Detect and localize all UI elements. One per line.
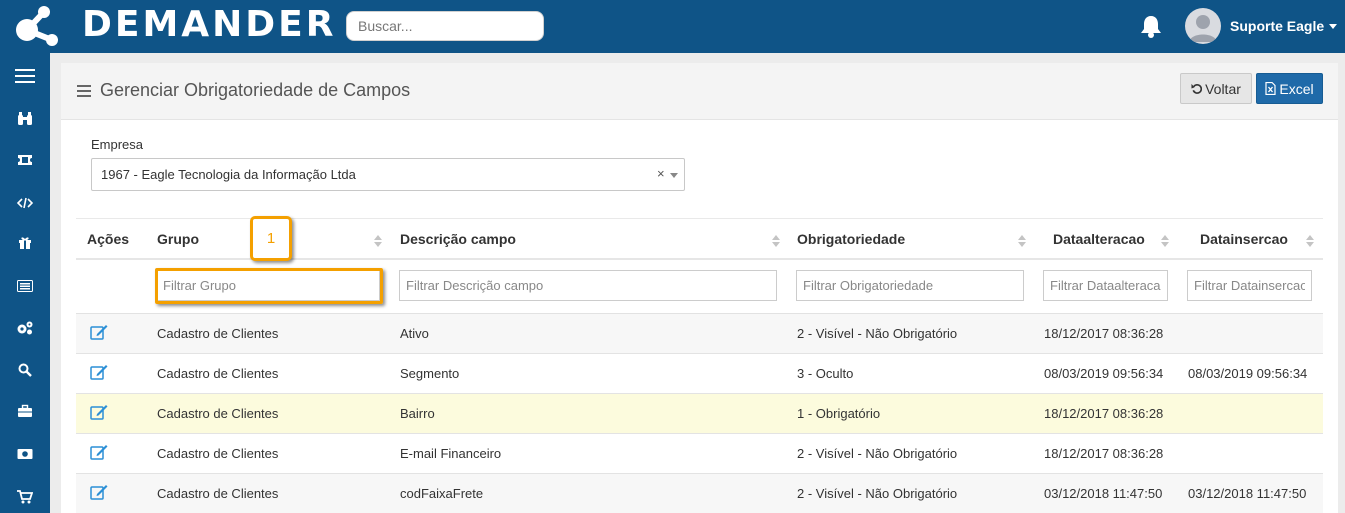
table-row: Cadastro de Clientes codFaixaFrete 2 - V…: [76, 474, 1323, 513]
sidebar-item-settings[interactable]: [0, 308, 50, 348]
filter-datainsercao-input[interactable]: [1187, 270, 1312, 301]
sidebar-item-money[interactable]: [0, 434, 50, 474]
cell-obrigatoriedade: 3 - Oculto: [797, 366, 854, 381]
dropdown-arrow-icon[interactable]: [670, 173, 678, 178]
user-menu[interactable]: Suporte Eagle: [1185, 7, 1338, 45]
table-row: Cadastro de Clientes Segmento 3 - Oculto…: [76, 354, 1323, 394]
content-panel: Gerenciar Obrigatoriedade de Campos Volt…: [61, 63, 1338, 513]
undo-icon: [1191, 83, 1203, 94]
cell-descricao: Ativo: [400, 326, 429, 341]
excel-label: Excel: [1279, 80, 1314, 97]
voltar-label: Voltar: [1205, 80, 1241, 97]
filter-grupo-input[interactable]: [156, 270, 380, 301]
cell-grupo: Cadastro de Clientes: [157, 486, 279, 501]
sidebar: [0, 53, 50, 513]
edit-icon[interactable]: [90, 444, 108, 460]
sidebar-item-gift[interactable]: [0, 223, 50, 263]
sort-icon[interactable]: [1018, 235, 1026, 247]
table-row: Cadastro de Clientes Bairro 1 - Obrigató…: [76, 394, 1323, 434]
panel-header: Gerenciar Obrigatoriedade de Campos Volt…: [61, 63, 1338, 120]
voltar-button[interactable]: Voltar: [1180, 73, 1252, 104]
sidebar-item-cart[interactable]: [0, 477, 50, 513]
cell-grupo: Cadastro de Clientes: [157, 406, 279, 421]
callout-badge: 1: [250, 216, 292, 261]
cell-dataalteracao: 18/12/2017 08:36:28: [1044, 326, 1164, 341]
file-excel-icon: [1265, 82, 1276, 95]
cell-obrigatoriedade: 2 - Visível - Não Obrigatório: [797, 486, 958, 501]
logo-icon[interactable]: [12, 4, 62, 50]
avatar: [1185, 8, 1221, 44]
cell-datainsercao: 03/12/2018 11:47:50: [1188, 486, 1307, 501]
binoculars-icon: [18, 112, 32, 125]
cell-obrigatoriedade: 2 - Visível - Não Obrigatório: [797, 326, 958, 341]
user-silhouette-icon: [1189, 15, 1217, 42]
cell-dataalteracao: 18/12/2017 08:36:28: [1044, 406, 1164, 421]
edit-icon[interactable]: [90, 404, 108, 420]
gift-icon: [19, 237, 31, 249]
edit-icon[interactable]: [90, 484, 108, 500]
briefcase-icon: [18, 404, 32, 417]
cell-descricao: E-mail Financeiro: [400, 446, 502, 461]
clear-selection-icon[interactable]: ×: [657, 166, 665, 181]
list-card-icon: [17, 280, 33, 292]
sidebar-item-briefcase[interactable]: [0, 391, 50, 431]
caret-down-icon: [1329, 23, 1338, 29]
cogs-icon: [17, 321, 33, 335]
cell-dataalteracao: 18/12/2017 08:36:28: [1044, 446, 1164, 461]
cell-grupo: Cadastro de Clientes: [157, 366, 279, 381]
edit-icon[interactable]: [90, 364, 108, 380]
column-header-acoes: Ações: [87, 231, 130, 247]
cart-icon: [17, 490, 33, 504]
column-header-datainsercao[interactable]: Datainsercao: [1200, 231, 1288, 247]
sort-icon[interactable]: [1306, 235, 1314, 247]
filter-dataalteracao-input[interactable]: [1043, 270, 1168, 301]
filter-row: [76, 262, 1323, 314]
cell-dataalteracao: 08/03/2019 09:56:34: [1044, 366, 1164, 381]
search-input[interactable]: [346, 11, 544, 41]
column-header-grupo[interactable]: Grupo: [157, 231, 199, 247]
code-icon: [17, 197, 33, 209]
user-name: Suporte Eagle: [1230, 18, 1325, 34]
sidebar-item-binoculars[interactable]: [0, 99, 50, 139]
sidebar-item-list[interactable]: [0, 266, 50, 306]
column-header-descricao[interactable]: Descrição campo: [400, 231, 516, 247]
cell-grupo: Cadastro de Clientes: [157, 326, 279, 341]
empresa-label: Empresa: [91, 137, 144, 152]
page-title: Gerenciar Obrigatoriedade de Campos: [100, 80, 411, 100]
data-table: Ações Grupo Descrição campo Obrigatoried…: [76, 216, 1323, 513]
filter-descricao-input[interactable]: [399, 270, 777, 301]
table-row: Cadastro de Clientes E-mail Financeiro 2…: [76, 434, 1323, 474]
cell-descricao: Bairro: [400, 406, 435, 421]
sort-icon[interactable]: [772, 235, 780, 247]
brand-name: DEMANDER: [82, 4, 337, 45]
table-row: Cadastro de Clientes Ativo 2 - Visível -…: [76, 314, 1323, 354]
cell-descricao: Segmento: [400, 366, 460, 381]
cell-descricao: codFaixaFrete: [400, 486, 484, 501]
sort-icon[interactable]: [1161, 235, 1169, 247]
hamburger-menu-icon: [15, 69, 35, 83]
cell-obrigatoriedade: 2 - Visível - Não Obrigatório: [797, 446, 958, 461]
empresa-selected-value: 1967 - Eagle Tecnologia da Informação Lt…: [101, 167, 356, 182]
empresa-select[interactable]: 1967 - Eagle Tecnologia da Informação Lt…: [91, 158, 685, 191]
column-header-dataalteracao[interactable]: Dataalteracao: [1053, 231, 1145, 247]
cell-obrigatoriedade: 1 - Obrigatório: [797, 406, 881, 421]
sidebar-item-code[interactable]: [0, 183, 50, 223]
sort-icon[interactable]: [374, 235, 382, 247]
cell-dataalteracao: 03/12/2018 11:47:50: [1044, 486, 1163, 501]
money-icon: [17, 449, 33, 459]
ticket-icon: [18, 155, 32, 165]
cell-datainsercao: 08/03/2019 09:56:34: [1188, 366, 1308, 381]
sidebar-toggle[interactable]: [0, 56, 50, 96]
column-header-obrigatoriedade[interactable]: Obrigatoriedade: [797, 231, 905, 247]
list-menu-icon: [77, 85, 91, 97]
search-icon: [18, 363, 32, 377]
excel-button[interactable]: Excel: [1256, 73, 1323, 104]
edit-icon[interactable]: [90, 324, 108, 340]
sidebar-item-ticket[interactable]: [0, 140, 50, 180]
sidebar-item-search[interactable]: [0, 350, 50, 390]
top-navbar: DEMANDER Suporte Eagle: [0, 0, 1345, 53]
cell-grupo: Cadastro de Clientes: [157, 446, 279, 461]
filter-obrigatoriedade-input[interactable]: [796, 270, 1024, 301]
bell-icon[interactable]: [1140, 14, 1162, 38]
